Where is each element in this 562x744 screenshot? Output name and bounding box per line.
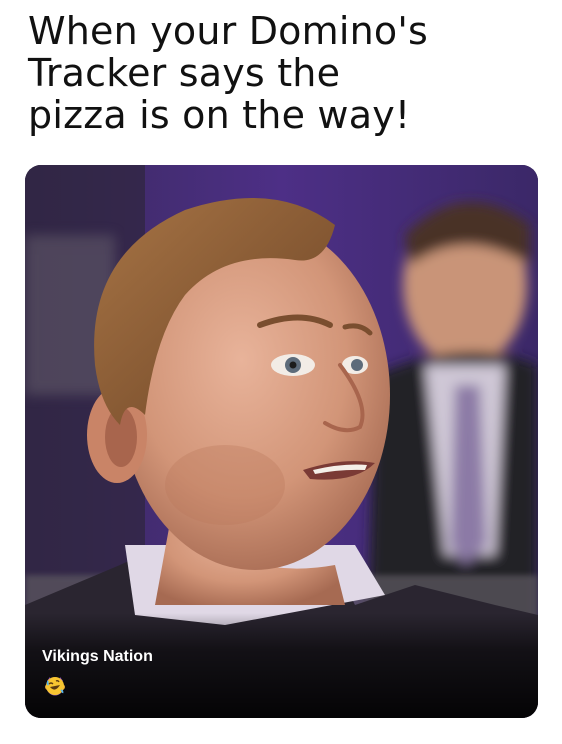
meme-photo: Vikings Nation bbox=[25, 165, 538, 718]
rolling-laughing-emoji-icon bbox=[46, 677, 64, 695]
meme-caption: When your Domino's Tracker says the pizz… bbox=[28, 9, 428, 137]
source-name: Vikings Nation bbox=[42, 648, 153, 665]
